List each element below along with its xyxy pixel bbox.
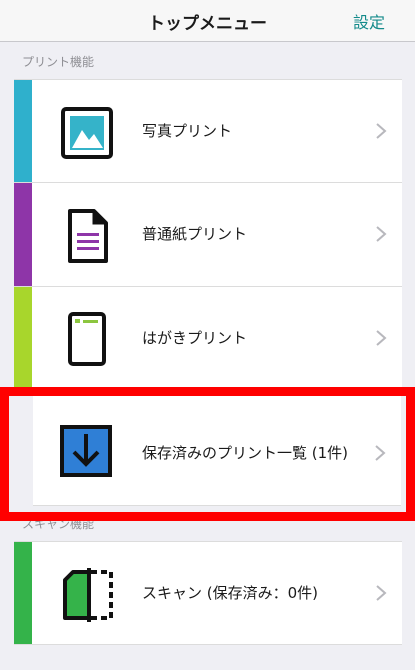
menu-item-label: 写真プリント <box>142 122 233 140</box>
color-bar <box>14 287 32 390</box>
color-bar <box>14 183 32 286</box>
menu-item-plain-paper-print[interactable]: 普通紙プリント <box>14 183 402 287</box>
menu-item-postcard-print[interactable]: はがきプリント <box>14 287 402 391</box>
section-label-print: プリント機能 <box>22 55 95 69</box>
menu-item-photo-print[interactable]: 写真プリント <box>14 79 402 183</box>
menu-item-saved-print-list[interactable]: 保存済みのプリント一覧 (1件) <box>33 396 401 506</box>
postcard-icon <box>68 312 106 366</box>
menu-item-label: 保存済みのプリント一覧 (1件) <box>142 444 349 462</box>
chevron-right-icon <box>376 330 387 346</box>
menu-item-label: はがきプリント <box>142 329 248 347</box>
menu-item-scan[interactable]: スキャン (保存済み：0件) <box>14 541 402 645</box>
document-icon <box>68 209 108 263</box>
settings-button[interactable]: 設定 <box>353 9 385 33</box>
chevron-right-icon <box>376 585 387 601</box>
chevron-right-icon <box>376 123 387 139</box>
color-bar <box>14 80 32 182</box>
color-bar <box>14 542 32 644</box>
download-icon <box>60 425 112 477</box>
section-label-scan: スキャン機能 <box>22 517 95 531</box>
menu-item-label: 普通紙プリント <box>142 225 248 243</box>
chevron-right-icon <box>375 445 386 461</box>
menu-item-label: スキャン (保存済み：0件) <box>142 584 319 602</box>
scan-icon <box>63 568 113 622</box>
top-header: トップメニュー 設定 <box>0 0 415 42</box>
chevron-right-icon <box>376 226 387 242</box>
photo-icon <box>61 107 113 159</box>
